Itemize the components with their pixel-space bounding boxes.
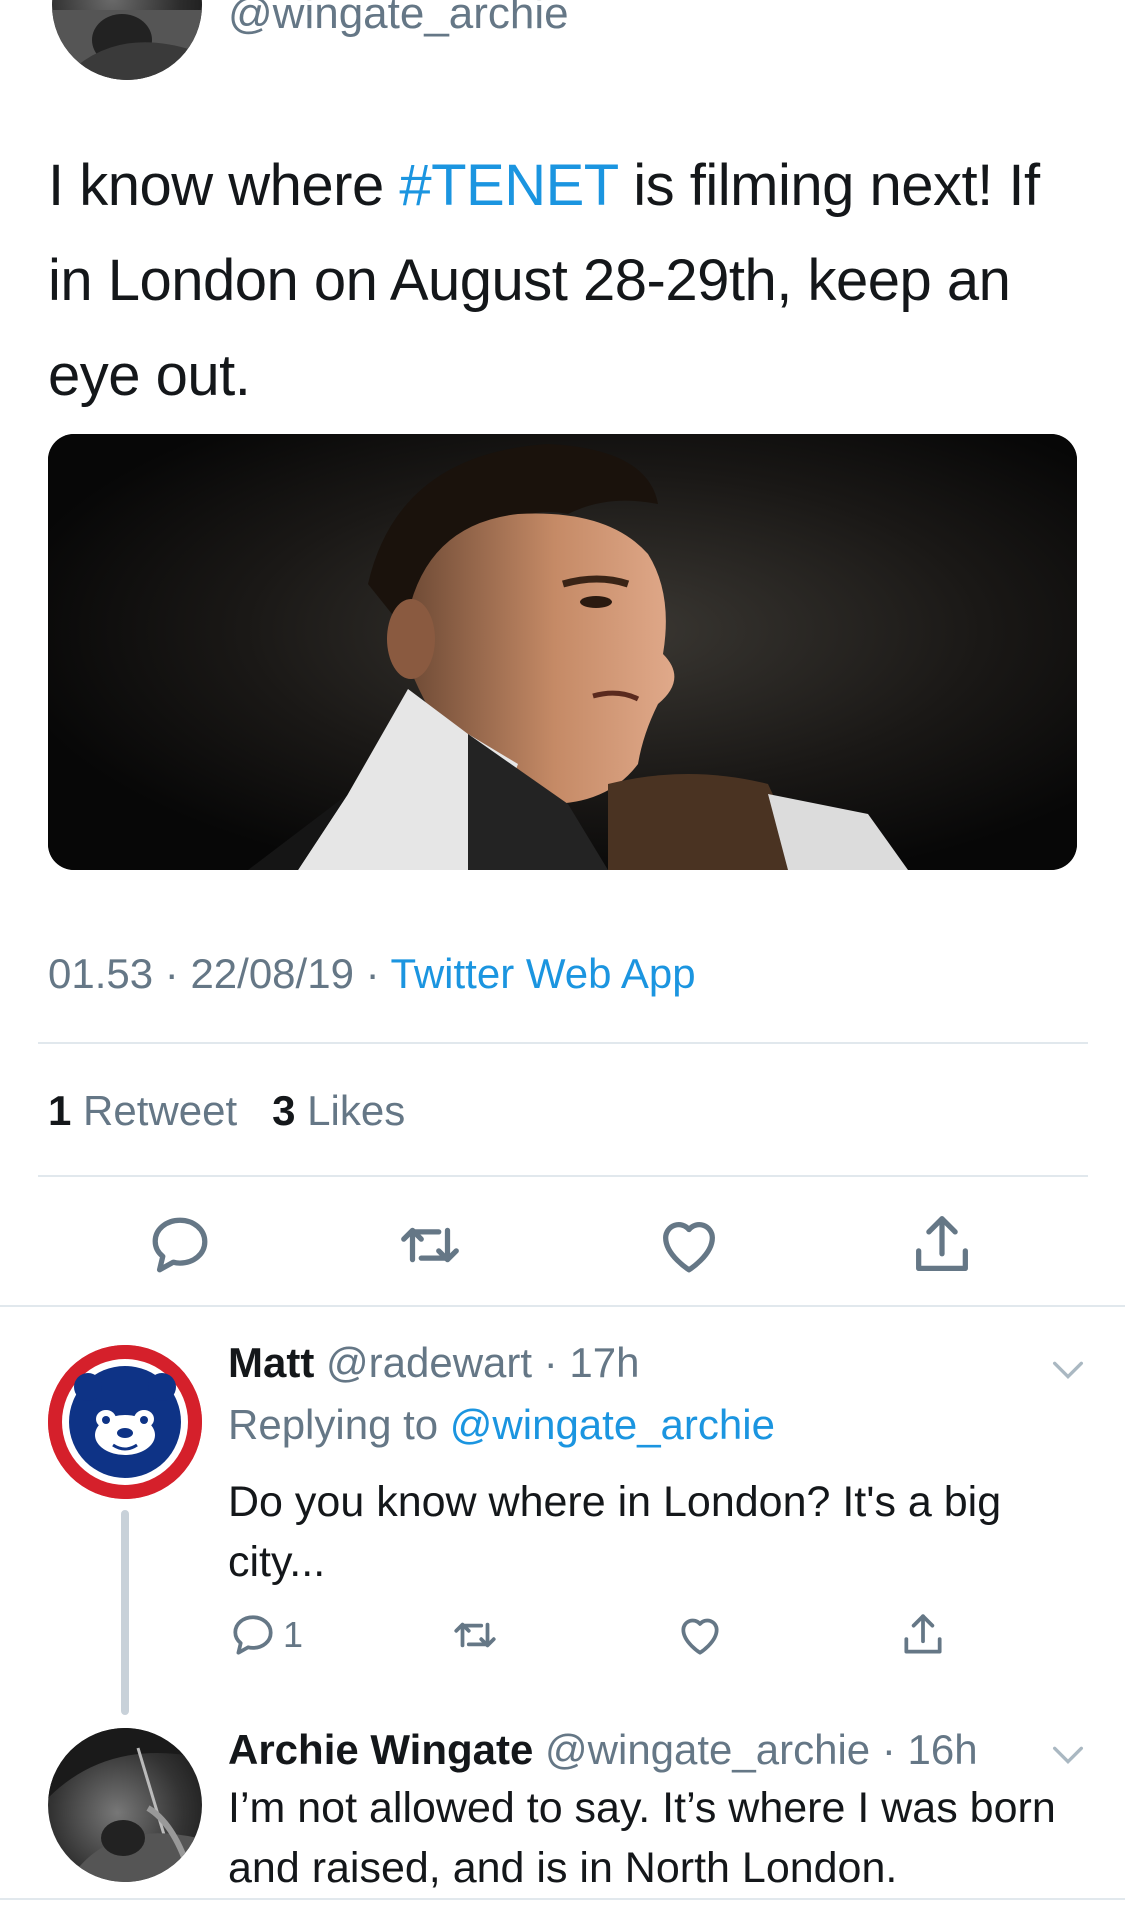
reply-text: Do you know where in London? It's a big … (228, 1478, 1002, 1586)
heart-icon (663, 1222, 715, 1273)
tweet-source-link[interactable]: Twitter Web App (391, 950, 696, 997)
more-options-button[interactable] (1048, 1350, 1088, 1390)
reply-time: 16h (907, 1726, 978, 1773)
replying-to-link[interactable]: @wingate_archie (450, 1401, 775, 1448)
divider (0, 1305, 1125, 1307)
reply-avatar[interactable] (48, 1728, 202, 1882)
share-button[interactable] (907, 1210, 977, 1280)
like-button[interactable] (654, 1210, 724, 1280)
chevron-down-icon (1053, 1361, 1083, 1380)
reply-header: Matt @radewart · 17h (228, 1339, 640, 1386)
reply-author-handle[interactable]: @radewart (326, 1339, 532, 1386)
reply-author-name[interactable]: Matt (228, 1339, 314, 1386)
divider (38, 1042, 1088, 1044)
retweet-icon (454, 1622, 496, 1648)
thread-line (121, 1510, 129, 1715)
tweet-date: 22/08/19 (190, 950, 354, 997)
tweet-stats: 1 Retweet 3 Likes (48, 1085, 405, 1137)
chevron-down-icon (1053, 1746, 1083, 1765)
reply-text: I’m not allowed to say. It’s where I was… (228, 1784, 1056, 1892)
retweet-icon (401, 1227, 459, 1263)
likes-stat[interactable]: 3 Likes (272, 1087, 405, 1134)
reply-author-handle[interactable]: @wingate_archie (545, 1726, 870, 1773)
reply-icon (233, 1615, 273, 1655)
reply-like-button[interactable] (675, 1610, 725, 1660)
heart-icon (681, 1618, 719, 1655)
retweet-button[interactable] (395, 1210, 465, 1280)
tweet-time: 01.53 (48, 950, 154, 997)
tweet-meta: 01.53 · 22/08/19 · Twitter Web App (48, 950, 696, 997)
share-icon (904, 1614, 942, 1654)
hashtag-link[interactable]: #TENET (399, 153, 618, 218)
reply-button[interactable] (145, 1210, 215, 1280)
author-handle[interactable]: @wingate_archie (228, 0, 569, 42)
reply-retweet-button[interactable] (450, 1610, 500, 1660)
retweets-stat[interactable]: 1 Retweet (48, 1087, 237, 1134)
reply-count: 1 (283, 1614, 304, 1655)
share-icon (916, 1216, 968, 1271)
replying-to-line: Replying to @wingate_archie (228, 1401, 775, 1448)
tweet-text-start: I know where (48, 153, 400, 218)
more-options-button[interactable] (1048, 1735, 1088, 1775)
tweet-media[interactable] (48, 434, 1077, 870)
divider (0, 1898, 1125, 1900)
divider (38, 1175, 1088, 1177)
reply-share-button[interactable] (898, 1610, 948, 1660)
author-avatar[interactable] (52, 0, 202, 80)
reply-header: Archie Wingate @wingate_archie · 16h (228, 1726, 978, 1773)
reply-time: 17h (569, 1339, 640, 1386)
reply-icon (152, 1217, 208, 1273)
reply-author-name[interactable]: Archie Wingate (228, 1726, 533, 1773)
tweet-text: I know where #TENET is filming next! If … (48, 138, 1088, 423)
reply-avatar-cubs-logo[interactable] (48, 1345, 202, 1499)
reply-reply-button[interactable]: 1 (228, 1610, 318, 1660)
